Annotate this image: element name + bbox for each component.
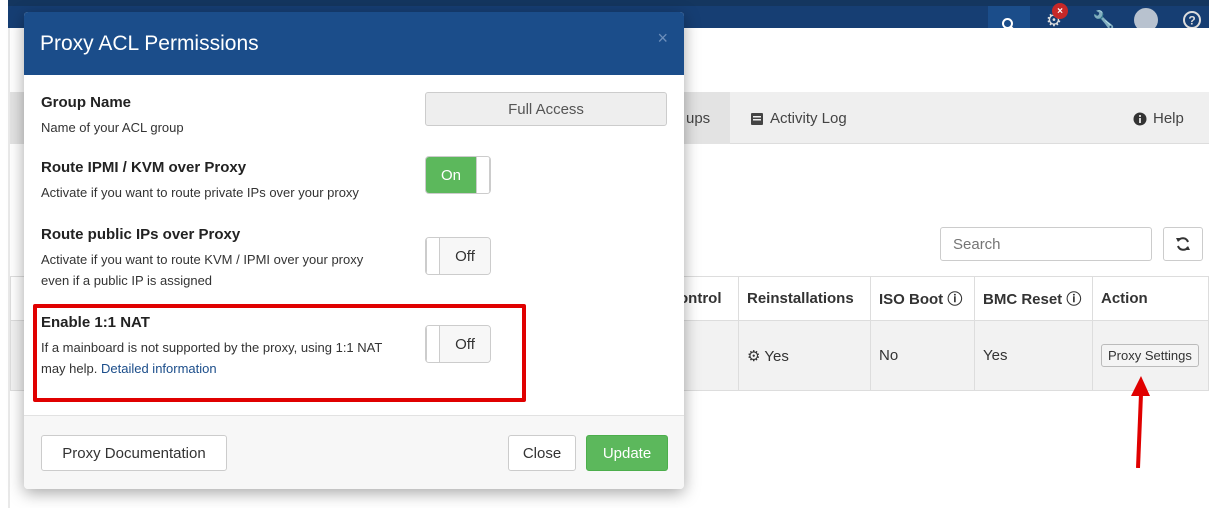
cogs-icon: ⚙ (747, 347, 761, 365)
route-ipmi-label: Route IPMI / KVM over Proxy (41, 159, 247, 176)
tab-activity-log-label: Activity Log (770, 110, 847, 127)
tab-activity-log[interactable]: Activity Log (750, 110, 847, 127)
route-public-row: Route public IPs over Proxy Activate if … (41, 226, 661, 291)
route-ipmi-toggle[interactable]: On (425, 156, 491, 194)
header-bmc-reset: BMC Reset ⓘ (974, 276, 1093, 321)
tab-help-label: Help (1153, 110, 1184, 127)
route-public-label: Route public IPs over Proxy (41, 226, 241, 243)
modal-title: Proxy ACL Permissions (40, 31, 259, 55)
info-circle-icon (1133, 112, 1147, 125)
group-name-field[interactable]: Full Access (425, 92, 667, 126)
route-ipmi-help: Activate if you want to route private IP… (41, 185, 359, 200)
header-reinstallations: Reinstallations (738, 276, 871, 321)
tab-groups-label: ups (686, 110, 711, 127)
group-name-help: Name of your ACL group (41, 120, 184, 135)
update-button[interactable]: Update (586, 435, 668, 471)
header-iso-boot: ISO Boot ⓘ (870, 276, 975, 321)
route-public-help: Activate if you want to route KVM / IPMI… (41, 252, 364, 288)
toggle-on-label: On (426, 157, 476, 193)
tab-help[interactable]: Help (1133, 110, 1184, 127)
toggle-off-label: Off (440, 238, 490, 274)
toggle-knob (476, 157, 490, 193)
route-ipmi-row: Route IPMI / KVM over Proxy Activate if … (41, 159, 661, 203)
modal-footer: Proxy Documentation Close Update (24, 415, 684, 489)
toggle-knob (426, 238, 440, 274)
svg-text:?: ? (1188, 14, 1195, 28)
red-arrow-up-icon (1131, 376, 1150, 468)
tab-groups[interactable]: ups (686, 110, 710, 127)
proxy-documentation-button[interactable]: Proxy Documentation (41, 435, 227, 471)
refresh-icon (1176, 237, 1190, 251)
refresh-button[interactable] (1163, 227, 1203, 261)
cell-iso-boot: No (870, 320, 975, 391)
proxy-settings-button[interactable]: Proxy Settings (1101, 344, 1199, 367)
close-button[interactable]: Close (508, 435, 576, 471)
proxy-acl-modal: Proxy ACL Permissions × Group Name Name … (24, 12, 684, 489)
table-search-input[interactable] (940, 227, 1152, 261)
cell-reinstallations: ⚙ Yes (738, 320, 871, 391)
reinstallations-value: Yes (764, 347, 789, 365)
cell-bmc-reset: Yes (974, 320, 1093, 391)
header-action: Action (1092, 276, 1209, 321)
book-icon (751, 112, 763, 125)
modal-header: Proxy ACL Permissions × (24, 12, 684, 75)
nat-highlight-box (33, 304, 526, 402)
route-public-toggle[interactable]: Off (425, 237, 491, 275)
notification-badge: × (1052, 3, 1068, 19)
close-icon[interactable]: × (657, 28, 668, 49)
